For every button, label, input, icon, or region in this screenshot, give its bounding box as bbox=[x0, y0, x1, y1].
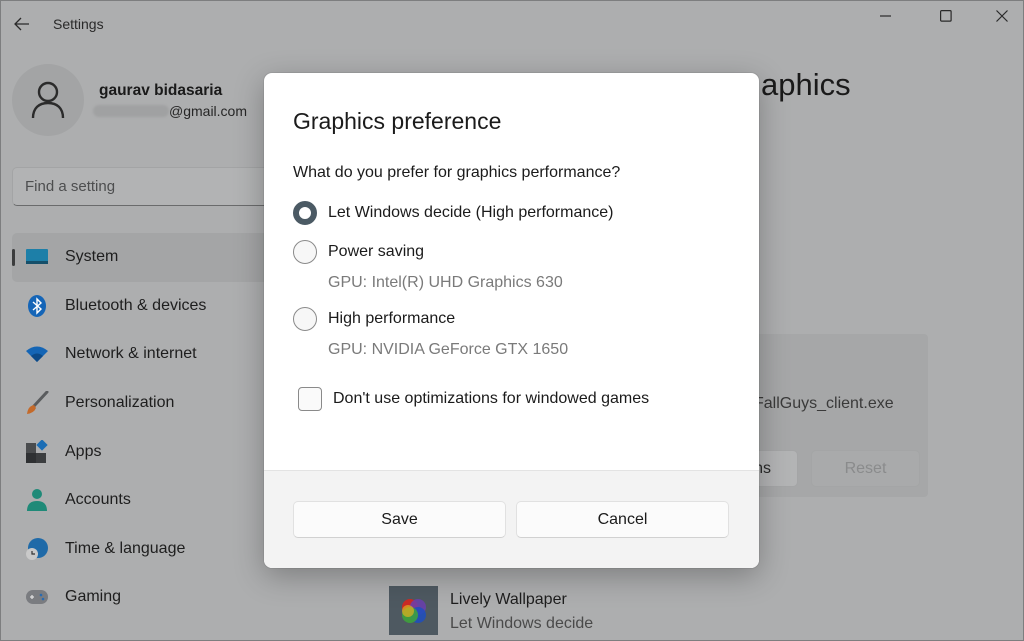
sidebar-item-label: System bbox=[65, 248, 119, 266]
email-redaction bbox=[93, 105, 169, 117]
active-indicator bbox=[12, 249, 15, 266]
search-box[interactable] bbox=[12, 167, 282, 206]
radio-button-checked[interactable] bbox=[293, 201, 317, 225]
bluetooth-icon bbox=[25, 294, 49, 318]
graphics-preference-dialog: Graphics preference What do you prefer f… bbox=[264, 73, 759, 568]
maximize-button[interactable] bbox=[923, 4, 969, 28]
sidebar-item-time-language[interactable]: Time & language bbox=[12, 525, 272, 574]
gpu-info: GPU: NVIDIA GeForce GTX 1650 bbox=[328, 341, 569, 358]
search-input[interactable] bbox=[13, 168, 281, 205]
cancel-button[interactable]: Cancel bbox=[516, 501, 729, 538]
app-exe-path: FallGuys_client.exe bbox=[754, 395, 894, 412]
minimize-icon bbox=[880, 15, 891, 17]
person-icon bbox=[31, 81, 65, 119]
page-title: aphics bbox=[761, 67, 851, 102]
settings-window: Settings gaurav bidasaria @gmail.com Sys… bbox=[0, 0, 1024, 641]
dialog-title: Graphics preference bbox=[293, 108, 502, 134]
radio-button[interactable] bbox=[293, 307, 317, 331]
sidebar-item-label: Gaming bbox=[65, 588, 122, 606]
brush-icon bbox=[25, 391, 49, 415]
lively-wallpaper-app-icon bbox=[389, 586, 438, 635]
sidebar-item-label: Bluetooth & devices bbox=[65, 296, 207, 314]
sidebar-item-system[interactable]: System bbox=[12, 233, 272, 282]
arrow-left-icon bbox=[14, 17, 29, 31]
sidebar-item-accounts[interactable]: Accounts bbox=[12, 476, 272, 525]
globe-clock-icon bbox=[25, 537, 49, 561]
radio-let-windows-decide[interactable]: Let Windows decide (High performance) bbox=[293, 201, 613, 225]
sidebar-item-label: Apps bbox=[65, 442, 102, 460]
dialog-question: What do you prefer for graphics performa… bbox=[293, 164, 621, 181]
radio-high-performance[interactable]: High performance bbox=[293, 307, 455, 331]
title-bar: Settings bbox=[1, 1, 1023, 45]
sidebar-item-label: Accounts bbox=[65, 491, 131, 509]
minimize-button[interactable] bbox=[863, 4, 909, 28]
apps-icon bbox=[25, 439, 49, 464]
sidebar-item-label: Personalization bbox=[65, 394, 175, 412]
maximize-icon bbox=[940, 10, 952, 22]
radio-label: Let Windows decide (High performance) bbox=[328, 204, 614, 221]
close-icon bbox=[996, 10, 1008, 22]
dialog-footer: Save Cancel bbox=[264, 470, 759, 568]
radio-label: High performance bbox=[328, 310, 456, 327]
sidebar-item-label: Time & language bbox=[65, 539, 186, 557]
sidebar-item-label: Network & internet bbox=[65, 345, 197, 363]
reset-button[interactable]: Reset bbox=[811, 450, 920, 487]
radio-label: Power saving bbox=[328, 243, 425, 260]
system-icon bbox=[25, 245, 49, 269]
radio-power-saving[interactable]: Power saving bbox=[293, 240, 424, 264]
sidebar-item-network[interactable]: Network & internet bbox=[12, 330, 272, 379]
sidebar-item-apps[interactable]: Apps bbox=[12, 427, 272, 476]
user-email: @gmail.com bbox=[93, 103, 247, 119]
user-name: gaurav bidasaria bbox=[99, 82, 223, 99]
back-button[interactable] bbox=[9, 11, 35, 37]
sidebar-item-personalization[interactable]: Personalization bbox=[12, 379, 272, 428]
windowed-optimizations-checkbox-row[interactable]: Don't use optimizations for windowed gam… bbox=[298, 387, 649, 411]
checkbox-label: Don't use optimizations for windowed gam… bbox=[333, 390, 650, 407]
save-button[interactable]: Save bbox=[293, 501, 506, 538]
account-icon bbox=[25, 488, 49, 512]
close-button[interactable] bbox=[979, 4, 1024, 28]
gamepad-icon bbox=[25, 585, 49, 609]
app-title: Settings bbox=[53, 16, 104, 32]
gpu-info: GPU: Intel(R) UHD Graphics 630 bbox=[328, 274, 563, 291]
wifi-icon bbox=[25, 342, 49, 366]
avatar[interactable] bbox=[12, 64, 84, 136]
sidebar-item-bluetooth[interactable]: Bluetooth & devices bbox=[12, 282, 272, 331]
app-name: Lively Wallpaper bbox=[450, 591, 567, 608]
sidebar-item-gaming[interactable]: Gaming bbox=[12, 573, 272, 622]
radio-button[interactable] bbox=[293, 240, 317, 264]
sidebar-nav: System Bluetooth & devices Network & int… bbox=[12, 233, 272, 622]
checkbox[interactable] bbox=[298, 387, 322, 411]
user-email-domain: @gmail.com bbox=[169, 103, 248, 119]
app-preference: Let Windows decide bbox=[450, 615, 594, 632]
